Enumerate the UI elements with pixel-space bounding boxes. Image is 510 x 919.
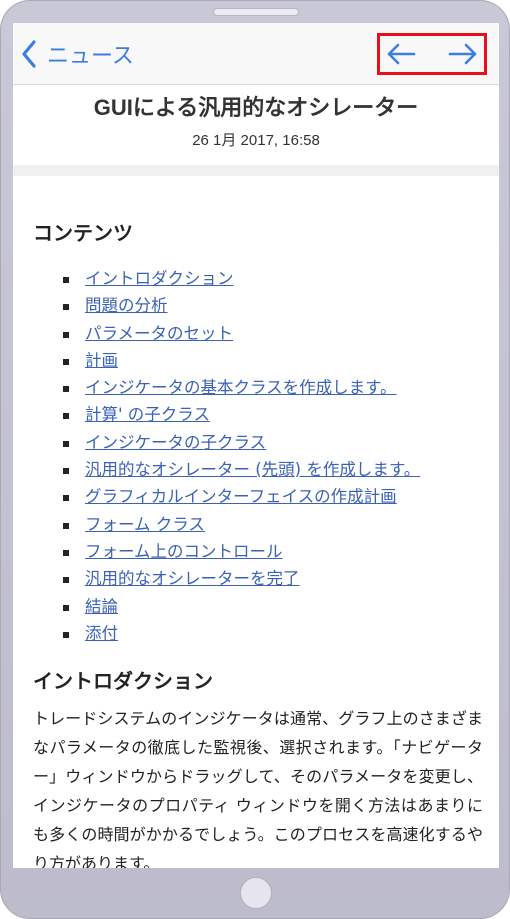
toc-link[interactable]: 添付 <box>85 624 118 643</box>
back-button[interactable]: ニュース <box>21 37 134 71</box>
screen: ニュース GUIによる汎用的なオシレーター 26 1月 2017, 16:58 <box>13 23 499 868</box>
toc-link[interactable]: 汎用的なオシレーター (先頭) を作成します。 <box>85 460 420 479</box>
device-frame: ニュース GUIによる汎用的なオシレーター 26 1月 2017, 16:58 <box>0 0 510 919</box>
chevron-left-icon <box>22 40 36 68</box>
toc-item: インジケータの子クラス <box>63 429 483 456</box>
toc-item: フォーム クラス <box>63 511 483 538</box>
toc-item: 結論 <box>63 593 483 620</box>
introduction-section: イントロダクション トレードシステムのインジケータは通常、グラフ上のさまざまなパ… <box>33 665 483 868</box>
toc-item: 計画 <box>63 347 483 374</box>
toc-item: パラメータのセット <box>63 320 483 347</box>
toc-link[interactable]: フォーム クラス <box>85 515 205 534</box>
speaker-grille <box>213 8 299 16</box>
arrow-left-icon <box>387 43 416 65</box>
toc-item: イントロダクション <box>63 265 483 292</box>
article-header: GUIによる汎用的なオシレーター 26 1月 2017, 16:58 <box>13 85 499 165</box>
introduction-paragraph: トレードシステムのインジケータは通常、グラフ上のさまざまなパラメータの徹底した監… <box>33 709 483 868</box>
toc-item: 添付 <box>63 620 483 647</box>
toc-item: 問題の分析 <box>63 292 483 319</box>
toc-link[interactable]: 汎用的なオシレーターを完了 <box>85 569 300 588</box>
toc-item: 計算' の子クラス <box>63 401 483 428</box>
toc-link[interactable]: インジケータの子クラス <box>85 433 266 452</box>
toc-link[interactable]: 計画 <box>85 351 118 370</box>
toc-item: グラフィカルインターフェイスの作成計画 <box>63 483 483 510</box>
article-date: 26 1月 2017, 16:58 <box>192 132 320 149</box>
toc-link[interactable]: インジケータの基本クラスを作成します。 <box>85 378 397 397</box>
back-button-label: ニュース <box>47 44 134 69</box>
toc-link[interactable]: 問題の分析 <box>85 296 168 315</box>
toc-link[interactable]: グラフィカルインターフェイスの作成計画 <box>85 487 397 506</box>
introduction-heading: イントロダクション <box>33 671 213 694</box>
navigation-bar: ニュース <box>13 23 499 85</box>
toc-item: インジケータの基本クラスを作成します。 <box>63 374 483 401</box>
toc-heading: コンテンツ <box>33 223 133 245</box>
arrow-right-icon <box>448 43 477 65</box>
next-article-button[interactable] <box>448 42 478 66</box>
toc-item: 汎用的なオシレーター (先頭) を作成します。 <box>63 456 483 483</box>
toc-link[interactable]: パラメータのセット <box>85 324 233 343</box>
toc-link[interactable]: イントロダクション <box>85 269 234 288</box>
previous-article-button[interactable] <box>386 42 416 66</box>
toc-item: フォーム上のコントロール <box>63 538 483 565</box>
toc-link[interactable]: フォーム上のコントロール <box>85 542 283 561</box>
toc-link[interactable]: 計算' の子クラス <box>85 405 210 424</box>
table-of-contents: イントロダクション 問題の分析 パラメータのセット 計画 インジケータの基本クラ… <box>63 265 483 647</box>
article-content: コンテンツ イントロダクション 問題の分析 パラメータのセット 計画 インジケー… <box>33 217 483 868</box>
home-button[interactable] <box>240 877 272 909</box>
toc-link[interactable]: 結論 <box>85 597 118 616</box>
divider <box>13 165 499 176</box>
article-navigation-arrows <box>377 33 487 75</box>
article-title: GUIによる汎用的なオシレーター <box>93 95 419 120</box>
toc-item: 汎用的なオシレーターを完了 <box>63 565 483 592</box>
